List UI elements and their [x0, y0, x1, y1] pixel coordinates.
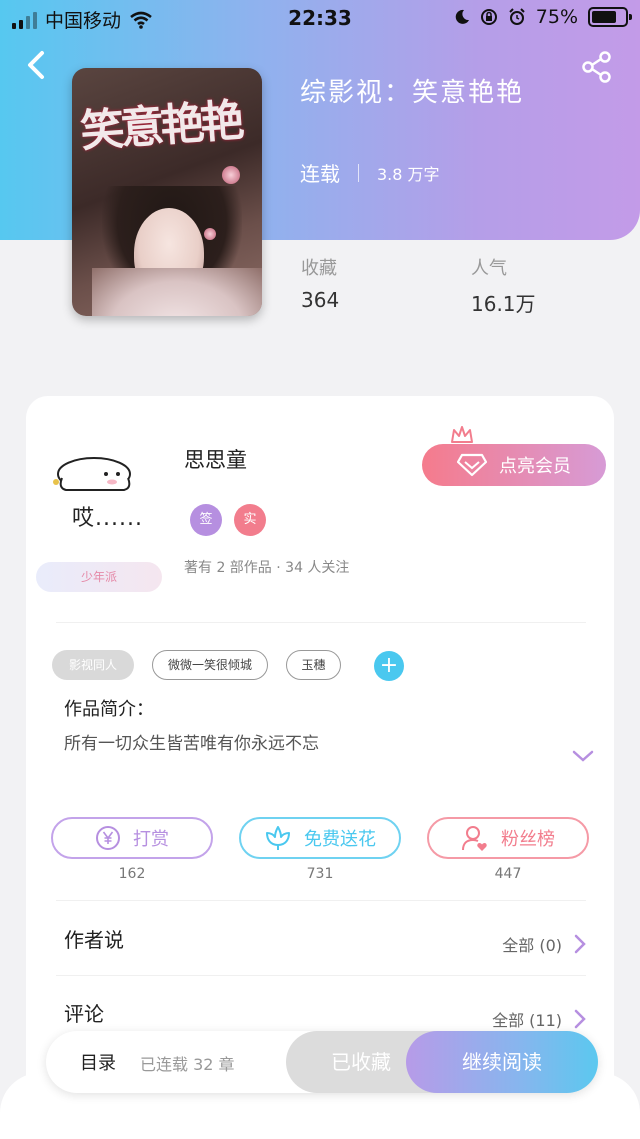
- author-meta: 著有 2 部作品 · 34 人关注: [184, 560, 350, 576]
- cover-title: 笑意艳艳: [78, 95, 242, 158]
- author-badge: 少年派: [36, 562, 162, 592]
- comments-more-label: 全部 (11): [492, 1011, 562, 1030]
- table-of-contents-button[interactable]: 目录: [80, 1049, 116, 1075]
- tag-label: 签: [199, 512, 213, 527]
- tip-button[interactable]: 打赏: [51, 817, 213, 859]
- continue-reading-button[interactable]: 继续阅读: [406, 1031, 598, 1093]
- chevron-right-icon: [574, 1009, 586, 1029]
- category-chip[interactable]: 影视同人: [52, 650, 134, 680]
- tip-count: 162: [118, 866, 146, 882]
- fan-ranking-button[interactable]: 粉丝榜: [427, 817, 589, 859]
- signed-tag: 签: [190, 504, 222, 536]
- stat-label: 人气: [471, 258, 507, 279]
- divider: [56, 975, 586, 976]
- divider: [56, 622, 586, 623]
- serial-status: 连载: [300, 162, 340, 186]
- crown-icon: [451, 426, 473, 443]
- cover-flower: [204, 228, 216, 240]
- divider: [358, 163, 359, 182]
- alarm-icon: [509, 8, 525, 25]
- book-cover[interactable]: 笑意艳艳: [72, 68, 262, 316]
- tip-label: 打赏: [133, 829, 169, 850]
- author-says-more-label: 全部 (0): [502, 936, 562, 955]
- moon-icon: [455, 9, 469, 24]
- cover-robe: [92, 268, 262, 316]
- vip-button[interactable]: 点亮会员: [422, 444, 606, 486]
- verified-tag: 实: [234, 504, 266, 536]
- diamond-icon: [457, 453, 487, 477]
- word-count: 3.8 万字: [377, 164, 440, 184]
- tag-label: 实: [243, 512, 257, 527]
- stat-popularity: 人气 16.1万: [471, 254, 536, 317]
- battery-percent: 75%: [535, 6, 578, 28]
- fan-count: 447: [494, 866, 522, 882]
- book-status-row: 连载 3.8 万字: [300, 158, 440, 187]
- comments-title: 评论: [64, 1002, 104, 1026]
- chapter-count: 已连载 32 章: [140, 1055, 235, 1074]
- intro-text: 所有一切众生皆苦唯有你永远不忘: [64, 734, 319, 754]
- intro-label: 作品简介：: [64, 699, 154, 720]
- tag-chip[interactable]: 微微一笑很倾城: [152, 650, 268, 680]
- fan-ranking-label: 粉丝榜: [501, 829, 555, 850]
- send-flower-label: 免费送花: [304, 829, 376, 850]
- book-title: 综影视：笑意艳艳: [300, 78, 525, 108]
- stat-value: 16.1万: [471, 292, 536, 316]
- flower-icon: [266, 826, 290, 850]
- status-bar: 中国移动 22:33 75%: [0, 0, 640, 36]
- stat-value: 364: [301, 288, 340, 312]
- author-says-more[interactable]: 全部 (0): [502, 932, 586, 956]
- cover-flower: [222, 166, 240, 184]
- author-name[interactable]: 思思童: [184, 444, 247, 474]
- back-button[interactable]: [22, 48, 50, 82]
- avatar-caption: 哎......: [72, 506, 143, 531]
- send-flower-button[interactable]: 免费送花: [239, 817, 401, 859]
- add-tag-button[interactable]: +: [374, 651, 404, 681]
- orientation-lock-icon: [480, 9, 497, 25]
- fan-user-icon: [462, 826, 487, 851]
- divider: [56, 900, 586, 901]
- tag-chip[interactable]: 玉穗: [286, 650, 341, 680]
- chevron-right-icon: [574, 934, 586, 954]
- stat-label: 收藏: [301, 258, 337, 279]
- battery-icon: [588, 7, 632, 27]
- author-says-title: 作者说: [64, 928, 124, 952]
- share-button[interactable]: [580, 50, 614, 84]
- comments-more[interactable]: 全部 (11): [492, 1007, 586, 1031]
- vip-button-label: 点亮会员: [499, 456, 571, 477]
- stat-favorites: 收藏 364: [301, 254, 339, 312]
- flower-count: 731: [306, 866, 334, 882]
- yen-icon: [96, 826, 120, 850]
- chevron-down-icon[interactable]: [571, 748, 595, 764]
